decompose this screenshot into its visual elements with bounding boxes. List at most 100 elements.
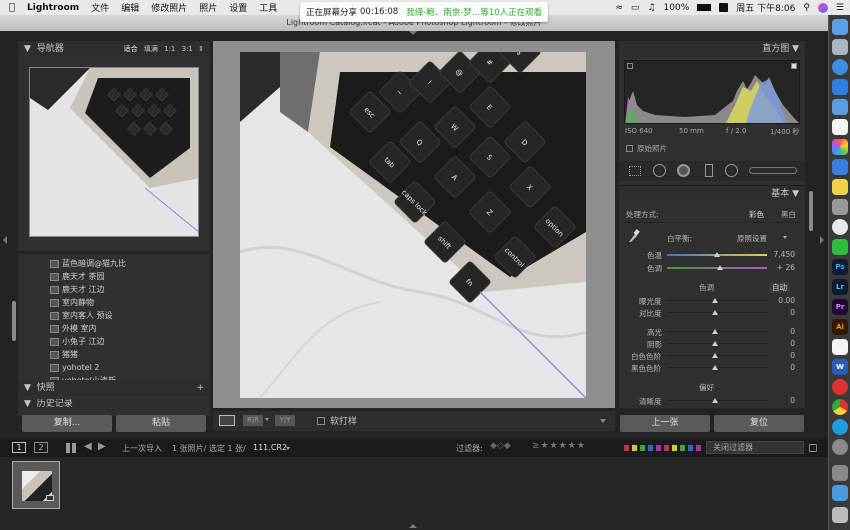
collapse-bottom-icon[interactable]: [409, 524, 417, 528]
blacks-slider-knob[interactable]: [712, 365, 718, 370]
snapshots-header[interactable]: ▼ 快照 +: [18, 380, 210, 396]
menu-clock[interactable]: 周五 下午8:06: [736, 1, 795, 14]
mail-icon[interactable]: [832, 99, 848, 115]
zoom-1-1[interactable]: 1:1: [164, 45, 175, 53]
disclosure-triangle-icon[interactable]: ▼: [24, 383, 31, 393]
before-after-copy-icon[interactable]: Y|Y: [275, 415, 295, 426]
zoom-3-1[interactable]: 3:1: [182, 45, 193, 53]
menu-develop[interactable]: 修改照片: [145, 1, 193, 14]
navigator-preview[interactable]: [29, 67, 199, 237]
illustrator-icon[interactable]: Ai: [832, 319, 848, 335]
collapse-top-icon[interactable]: [409, 31, 417, 35]
filmstrip-filename[interactable]: 111.CR2: [253, 443, 287, 452]
wb-value-dropdown[interactable]: 原照设置: [737, 233, 767, 244]
preset-item[interactable]: 鹿天才 江边: [24, 283, 206, 296]
left-panel-scrollbar[interactable]: [12, 301, 16, 341]
preset-item[interactable]: yohotel 2: [24, 361, 206, 374]
previous-button[interactable]: 上一张: [620, 415, 710, 432]
trash-icon[interactable]: [832, 507, 848, 523]
treatment-bw-button[interactable]: 黑白: [781, 209, 796, 220]
exposure-value[interactable]: 0.00: [765, 296, 795, 305]
clarity-value[interactable]: 0: [765, 396, 795, 405]
highlights-slider-knob[interactable]: [712, 329, 718, 334]
menu-tools[interactable]: 工具: [253, 1, 283, 14]
page-1-button[interactable]: 1: [12, 442, 26, 453]
lightroom-icon[interactable]: Lr: [832, 279, 848, 295]
treatment-color-button[interactable]: 彩色: [749, 209, 764, 220]
loupe-view-icon[interactable]: [219, 415, 235, 426]
zoom-stepper-icon[interactable]: ⇕: [198, 45, 204, 53]
contrast-slider-knob[interactable]: [712, 310, 718, 315]
wifi-icon[interactable]: ≈: [615, 3, 623, 13]
shadow-clipping-icon[interactable]: [627, 63, 633, 69]
folder-icon[interactable]: [832, 485, 848, 501]
radial-filter-icon[interactable]: [725, 164, 738, 177]
grid-view-icon[interactable]: [66, 443, 76, 453]
input-source-icon[interactable]: [719, 3, 729, 12]
finder-icon[interactable]: [832, 19, 848, 35]
reset-button[interactable]: 复位: [714, 415, 804, 432]
netease-music-icon[interactable]: [832, 379, 848, 395]
volume-icon[interactable]: ♫: [647, 3, 655, 13]
right-panel-scrollbar[interactable]: [809, 191, 813, 231]
exposure-slider-knob[interactable]: [712, 298, 718, 303]
preset-item[interactable]: 室内客人 预设: [24, 309, 206, 322]
notification-center-icon[interactable]: ☰: [836, 3, 844, 13]
histogram-graph[interactable]: [624, 60, 800, 124]
wb-dropdown-icon[interactable]: [783, 236, 787, 239]
navigator-header[interactable]: ▼ 导航器 适合 填满 1:1 3:1 ⇕: [18, 41, 210, 57]
search-icon[interactable]: ⚲: [803, 3, 810, 13]
graduated-filter-icon[interactable]: [705, 164, 713, 177]
paste-settings-button[interactable]: 粘贴: [116, 415, 206, 432]
before-after-dropdown-icon[interactable]: [265, 418, 269, 421]
wechat-icon[interactable]: [832, 239, 848, 255]
menu-file[interactable]: 文件: [85, 1, 115, 14]
filename-dropdown-icon[interactable]: [286, 447, 290, 450]
page-2-button[interactable]: 2: [34, 442, 48, 453]
crop-overlay-icon[interactable]: [629, 166, 641, 176]
settings-icon[interactable]: [832, 439, 848, 455]
soft-proof-label[interactable]: 软打样: [330, 414, 357, 427]
spot-removal-icon[interactable]: [653, 164, 666, 177]
filter-lock-icon[interactable]: [809, 444, 817, 452]
add-snapshot-icon[interactable]: +: [196, 380, 204, 396]
red-eye-icon[interactable]: [677, 164, 690, 177]
filmstrip-thumbnail[interactable]: [12, 461, 60, 509]
premiere-icon[interactable]: Pr: [832, 299, 848, 315]
chrome-icon[interactable]: [832, 399, 848, 415]
sheets-icon[interactable]: [832, 159, 848, 175]
disclosure-triangle-icon[interactable]: ▼: [792, 44, 799, 54]
preset-item[interactable]: 小兔子 江边: [24, 335, 206, 348]
tint-slider-knob[interactable]: [717, 265, 723, 270]
tint-value[interactable]: + 26: [765, 263, 795, 272]
calendar-icon[interactable]: [832, 119, 848, 135]
disclosure-triangle-icon[interactable]: ▼: [24, 44, 31, 54]
basic-header[interactable]: 基本 ▼: [619, 185, 805, 201]
battery-percent[interactable]: 100%: [664, 3, 690, 13]
preset-item[interactable]: 室内静物: [24, 296, 206, 309]
copy-settings-button[interactable]: 复制...: [22, 415, 112, 432]
disk-icon[interactable]: [832, 199, 848, 215]
siri-icon[interactable]: [817, 2, 828, 13]
back-arrow-icon[interactable]: ◀: [84, 441, 92, 452]
whites-value[interactable]: 0: [765, 351, 795, 360]
star-rating-filter[interactable]: ≥★★★★★: [532, 441, 586, 451]
histogram-header[interactable]: 直方图 ▼: [619, 41, 805, 57]
filter-preset-dropdown[interactable]: 关闭过滤器: [706, 441, 804, 454]
before-after-lr-icon[interactable]: R|R: [243, 415, 263, 426]
disclosure-triangle-icon[interactable]: ▼: [792, 189, 799, 199]
filmstrip-source[interactable]: 上一次导入: [122, 443, 162, 454]
zoom-fit[interactable]: 适合: [124, 45, 138, 53]
appstore-icon[interactable]: [832, 79, 848, 95]
clarity-slider-knob[interactable]: [712, 398, 718, 403]
menu-edit[interactable]: 编辑: [115, 1, 145, 14]
launchpad-icon[interactable]: [832, 39, 848, 55]
word-icon[interactable]: W: [832, 359, 848, 375]
apple-menu-icon[interactable]: : [0, 2, 21, 13]
weibo-icon[interactable]: [832, 339, 848, 355]
battery-icon[interactable]: [697, 4, 712, 11]
browser-icon[interactable]: [832, 419, 848, 435]
preset-item[interactable]: 鹿天才 茶园: [24, 270, 206, 283]
main-photo[interactable]: esc ~! @ # $ tab Q W Ecaps lock A S Dshift Z Xfn contr…: [240, 52, 586, 398]
tone-auto-button[interactable]: 自动: [769, 282, 790, 293]
